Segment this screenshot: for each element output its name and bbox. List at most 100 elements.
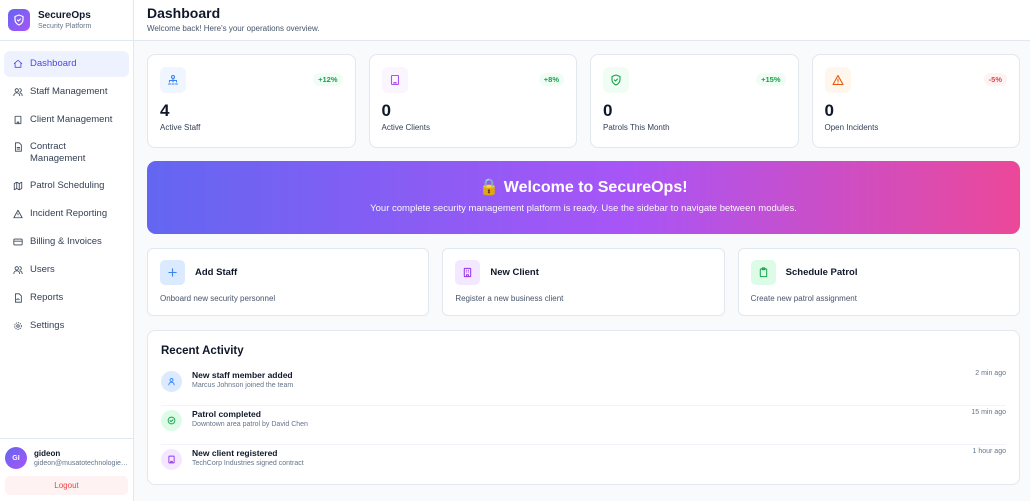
building-icon — [13, 114, 23, 126]
document-icon — [13, 141, 23, 153]
stat-card-active-clients: +8% 0 Active Clients — [368, 54, 577, 148]
brand-subtitle: Security Platform — [38, 22, 92, 30]
schedule-patrol-card[interactable]: Schedule Patrol Create new patrol assign… — [737, 248, 1020, 316]
new-client-card[interactable]: New Client Register a new business clien… — [442, 248, 725, 316]
activity-description: TechCorp Industries signed contract — [192, 460, 304, 467]
activity-description: Marcus Johnson joined the team — [192, 382, 294, 389]
action-description: Onboard new security personnel — [160, 294, 276, 303]
avatar: GI — [5, 447, 27, 469]
check-circle-icon — [161, 410, 182, 431]
sidebar-item-label: Patrol Scheduling — [30, 180, 105, 191]
staff-network-icon — [160, 67, 186, 93]
report-icon — [13, 292, 23, 304]
sidebar-item-billing-invoices[interactable]: Billing & Invoices — [4, 229, 129, 255]
sidebar-item-dashboard[interactable]: Dashboard — [4, 51, 129, 77]
stat-change-badge: +12% — [313, 73, 343, 86]
activity-description: Downtown area patrol by David Chen — [192, 421, 308, 428]
sidebar-item-label: Settings — [30, 320, 65, 331]
sidebar-item-label: Staff Management — [30, 86, 108, 97]
sidebar-nav: Dashboard Staff Management Client Manage… — [0, 41, 133, 438]
stat-value: 4 — [160, 101, 170, 120]
stat-value: 0 — [603, 101, 613, 120]
sidebar-item-label: Billing & Invoices — [30, 236, 102, 247]
action-description: Create new patrol assignment — [750, 294, 857, 303]
sidebar-item-settings[interactable]: Settings — [4, 313, 129, 339]
warning-icon — [824, 67, 851, 93]
sidebar-item-reports[interactable]: Reports — [4, 285, 129, 311]
stat-label: Open Incidents — [824, 123, 879, 132]
add-staff-card[interactable]: Add Staff Onboard new security personnel — [147, 248, 430, 316]
action-title: New Client — [490, 267, 539, 278]
building-icon — [381, 67, 408, 93]
banner-title-text: Welcome to SecureOps! — [503, 179, 688, 196]
stat-label: Active Clients — [381, 123, 430, 132]
users-icon — [13, 86, 23, 98]
sidebar-item-patrol-scheduling[interactable]: Patrol Scheduling — [4, 173, 129, 199]
sidebar-item-incident-reporting[interactable]: Incident Reporting — [4, 201, 129, 227]
stat-value: 0 — [824, 101, 834, 120]
sidebar-item-label: Client Management — [30, 114, 113, 125]
page-title: Dashboard — [147, 5, 221, 21]
recent-activity-panel: Recent Activity New staff member added M… — [147, 330, 1020, 485]
stat-label: Active Staff — [160, 123, 201, 132]
users-icon — [13, 264, 23, 276]
activity-time: 15 min ago — [971, 409, 1006, 416]
action-description: Register a new business client — [455, 294, 564, 303]
gear-icon — [13, 320, 23, 332]
stat-card-open-incidents: -5% 0 Open Incidents — [811, 54, 1020, 148]
home-icon — [13, 58, 23, 70]
sidebar-item-label: Users — [30, 264, 55, 275]
sidebar-item-contract-management[interactable]: Contract Management — [4, 135, 129, 171]
list-item: Patrol completed Downtown area patrol by… — [161, 406, 1006, 445]
building-icon — [161, 449, 182, 470]
sidebar-item-label: Contract Management — [30, 141, 86, 164]
sidebar-item-label: Dashboard — [30, 58, 77, 69]
sidebar-item-users[interactable]: Users — [4, 257, 129, 283]
list-item: New staff member added Marcus Johnson jo… — [161, 367, 1006, 406]
stat-change-badge: +8% — [538, 73, 564, 86]
clipboard-icon — [750, 260, 776, 285]
credit-card-icon — [13, 236, 23, 248]
stat-change-badge: +15% — [756, 73, 786, 86]
activity-title: New client registered — [192, 448, 278, 458]
stat-card-active-staff: +12% 4 Active Staff — [147, 54, 356, 148]
user-name: gideon — [34, 448, 61, 458]
logout-button[interactable]: Logout — [5, 476, 128, 495]
activity-time: 2 min ago — [975, 370, 1006, 377]
banner-text: Your complete security management platfo… — [370, 203, 797, 214]
map-icon — [13, 180, 23, 192]
plus-icon — [160, 260, 185, 285]
shield-logo-icon — [8, 9, 30, 31]
welcome-banner: 🔒 Welcome to SecureOps! Your complete se… — [147, 161, 1020, 234]
activity-time: 1 hour ago — [972, 448, 1006, 455]
sidebar-item-staff-management[interactable]: Staff Management — [4, 79, 129, 105]
action-title: Schedule Patrol — [785, 267, 858, 278]
activity-title: New staff member added — [192, 370, 293, 380]
brand-name: SecureOps — [38, 9, 91, 21]
user-email: gideon@musatotechnologies.com — [34, 459, 128, 467]
building-icon — [455, 260, 481, 285]
page-subtitle: Welcome back! Here's your operations ove… — [147, 24, 320, 33]
page-header: Dashboard Welcome back! Here's your oper… — [134, 0, 1030, 41]
activity-title: Patrol completed — [192, 409, 261, 419]
main-content: Dashboard Welcome back! Here's your oper… — [134, 0, 1030, 501]
sidebar-item-label: Reports — [30, 292, 64, 303]
warning-icon — [13, 208, 23, 220]
sidebar: SecureOps Security Platform Dashboard St… — [0, 0, 134, 501]
user-panel: GI gideon gideon@musatotechnologies.com … — [0, 438, 133, 501]
sidebar-item-label: Incident Reporting — [30, 208, 108, 219]
brand: SecureOps Security Platform — [0, 0, 133, 41]
banner-title: 🔒 Welcome to SecureOps! — [147, 178, 1020, 198]
lock-icon: 🔒 — [479, 179, 500, 196]
shield-check-icon — [603, 67, 629, 93]
sidebar-item-client-management[interactable]: Client Management — [4, 107, 129, 133]
user-info: GI gideon gideon@musatotechnologies.com — [5, 447, 128, 469]
stat-label: Patrols This Month — [603, 123, 670, 132]
user-icon — [161, 371, 182, 392]
quick-actions: Add Staff Onboard new security personnel… — [147, 248, 1020, 316]
stat-card-patrols: +15% 0 Patrols This Month — [590, 54, 799, 148]
stat-change-badge: -5% — [983, 73, 1007, 86]
section-title: Recent Activity — [161, 345, 244, 357]
action-title: Add Staff — [195, 267, 238, 278]
stat-value: 0 — [381, 101, 391, 120]
